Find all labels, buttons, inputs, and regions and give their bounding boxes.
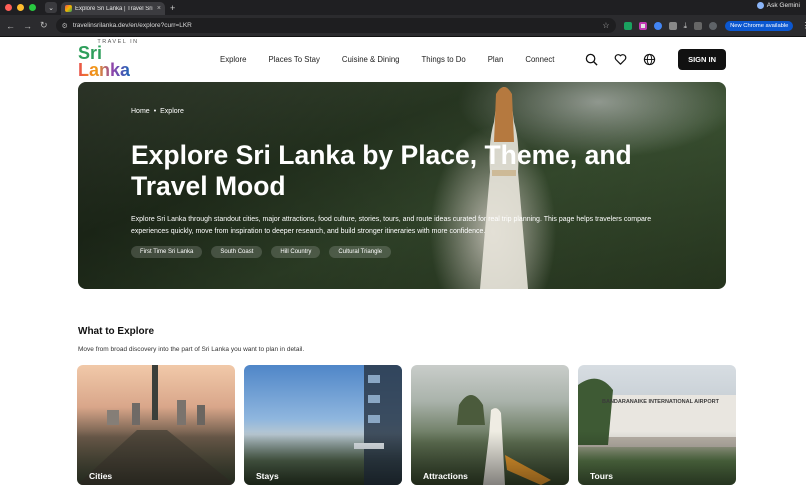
- main-nav: Explore Places To Stay Cuisine & Dining …: [220, 55, 554, 64]
- card-tours[interactable]: BANDARANAIKE INTERNATIONAL AIRPORT Tours: [578, 365, 736, 485]
- card-attractions[interactable]: Attractions: [411, 365, 569, 485]
- nav-plan[interactable]: Plan: [488, 55, 504, 64]
- tours-image: [578, 378, 736, 447]
- page-title: Explore Sri Lanka by Place, Theme, and T…: [131, 140, 632, 201]
- heart-icon[interactable]: [614, 53, 627, 66]
- tab-close-icon[interactable]: ×: [157, 5, 161, 12]
- stays-image: [354, 365, 402, 485]
- profile-avatar-icon[interactable]: [709, 21, 718, 30]
- update-chrome-badge[interactable]: New Chrome available: [725, 20, 794, 31]
- new-tab-button[interactable]: +: [170, 3, 175, 13]
- browser-menu-icon[interactable]: ⋮: [801, 21, 806, 30]
- sidebar-icon[interactable]: [694, 21, 703, 30]
- chip-cultural-triangle[interactable]: Cultural Triangle: [329, 246, 392, 258]
- section-title: What to Explore: [78, 326, 155, 337]
- nav-explore[interactable]: Explore: [220, 55, 246, 64]
- sign-in-button[interactable]: SIGN IN: [678, 49, 726, 70]
- site-logo[interactable]: TRAVEL IN Sri Lanka: [78, 39, 158, 79]
- extension-green-icon[interactable]: [623, 21, 632, 30]
- ask-gemini-label: Ask Gemini: [766, 2, 800, 9]
- hero-banner: Home • Explore Explore Sri Lanka by Plac…: [78, 82, 726, 289]
- browser-tab-active[interactable]: Explore Sri Lanka | Travel Sri Lanka ×: [61, 2, 165, 15]
- url-text[interactable]: travelinsrilanka.dev/en/explore?curr=LKR: [73, 22, 598, 29]
- cities-image: [77, 365, 235, 485]
- gemini-icon: [756, 2, 764, 9]
- section-subtitle: Move from broad discovery into the part …: [78, 346, 305, 353]
- explore-cards: Cities Stays Attractions BANDARANAIKE IN…: [77, 365, 736, 485]
- ask-gemini-button[interactable]: Ask Gemini: [756, 2, 800, 9]
- breadcrumb-home[interactable]: Home: [131, 108, 150, 115]
- breadcrumb-current: Explore: [160, 108, 184, 115]
- extension-blue-icon[interactable]: [653, 21, 662, 30]
- card-stays[interactable]: Stays: [244, 365, 402, 485]
- extension-pink-icon[interactable]: [638, 21, 647, 30]
- chip-south-coast[interactable]: South Coast: [211, 246, 263, 258]
- card-cities[interactable]: Cities: [77, 365, 235, 485]
- chip-first-time[interactable]: First Time Sri Lanka: [131, 246, 203, 258]
- address-bar[interactable]: ⚙ travelinsrilanka.dev/en/explore?curr=L…: [55, 18, 616, 33]
- extensions-puzzle-icon[interactable]: [668, 21, 677, 30]
- airport-sign-text: BANDARANAIKE INTERNATIONAL AIRPORT: [602, 399, 719, 405]
- site-info-icon[interactable]: ⚙: [62, 22, 68, 30]
- browser-toolbar: ← → ↻ ⚙ travelinsrilanka.dev/en/explore?…: [0, 15, 806, 37]
- tab-search-chevron-icon[interactable]: ⌄: [45, 2, 57, 13]
- logo-wordmark: Sri Lanka: [78, 44, 158, 80]
- site-header: TRAVEL IN Sri Lanka Explore Places To St…: [0, 37, 806, 81]
- chip-hill-country[interactable]: Hill Country: [271, 246, 321, 258]
- minimize-window-button[interactable]: [17, 4, 24, 11]
- back-arrow-icon[interactable]: ←: [6, 21, 15, 31]
- hero-content: Home • Explore Explore Sri Lanka by Plac…: [131, 108, 691, 258]
- browser-tab-bar: ⌄ Explore Sri Lanka | Travel Sri Lanka ×…: [0, 0, 806, 15]
- globe-icon[interactable]: [643, 53, 656, 66]
- quick-filter-chips: First Time Sri Lanka South Coast Hill Co…: [131, 246, 691, 258]
- nav-cuisine-dining[interactable]: Cuisine & Dining: [342, 55, 400, 64]
- header-actions: SIGN IN: [585, 49, 726, 70]
- maximize-window-button[interactable]: [29, 4, 36, 11]
- bookmark-star-icon[interactable]: ☆: [602, 21, 609, 30]
- tab-title: Explore Sri Lanka | Travel Sri Lanka: [75, 5, 154, 12]
- downloads-icon[interactable]: ⤓: [684, 21, 688, 31]
- breadcrumb: Home • Explore: [131, 108, 691, 115]
- nav-connect[interactable]: Connect: [525, 55, 554, 64]
- reload-icon[interactable]: ↻: [40, 20, 48, 31]
- close-window-button[interactable]: [5, 4, 12, 11]
- extensions-area: ⤓: [623, 21, 718, 31]
- breadcrumb-separator: •: [153, 108, 157, 115]
- hero-description: Explore Sri Lanka through standout citie…: [131, 216, 652, 235]
- nav-places-to-stay[interactable]: Places To Stay: [268, 55, 319, 64]
- site-favicon-icon: [65, 5, 72, 12]
- nav-things-to-do[interactable]: Things to Do: [422, 55, 466, 64]
- attractions-image: [457, 395, 551, 485]
- forward-arrow-icon[interactable]: →: [23, 21, 32, 31]
- window-controls: [5, 4, 36, 11]
- logo-word-lanka: Lanka: [78, 60, 131, 80]
- search-icon[interactable]: [585, 53, 598, 66]
